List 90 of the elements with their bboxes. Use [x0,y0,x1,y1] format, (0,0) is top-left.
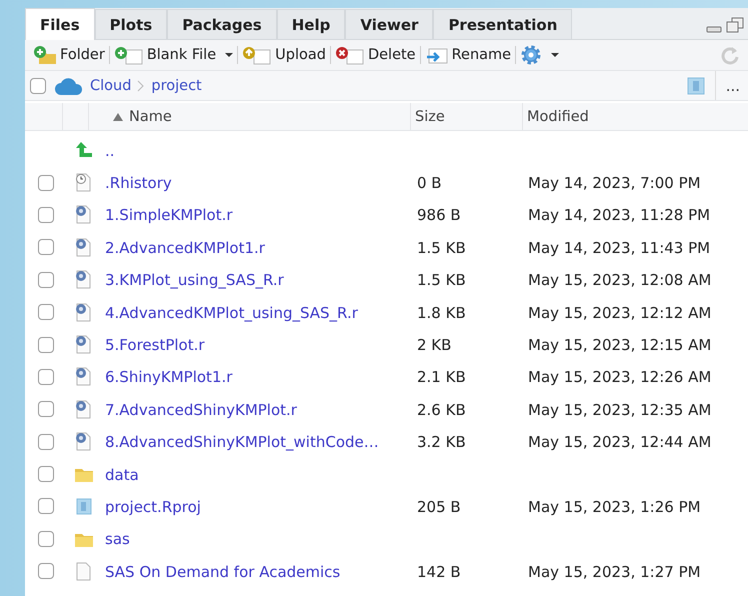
new-folder-icon [33,45,57,65]
toolbar-button[interactable]: Blank File [110,42,238,68]
chevron-icon [137,78,146,92]
column-header[interactable]: Name [89,103,411,130]
file-size: 1.8 KB [416,304,466,322]
checkbox[interactable] [38,304,54,320]
file-link[interactable]: 5.ForestPlot.r [105,336,205,354]
file-size: 2.1 KB [416,368,466,386]
file-link[interactable]: 6.ShinyKMPlot1.r [105,368,232,386]
column-header[interactable]: Size [411,103,523,130]
modified-date: May 15, 2023, 12:44 AM [527,433,712,452]
modified-date: May 15, 2023, 12:15 AM [527,336,712,354]
checkbox[interactable] [38,401,54,418]
arrow-up-icon [75,141,93,160]
file-size: 2.6 KB [416,400,466,419]
modified-date: May 15, 2023, 1:27 PM [527,562,701,581]
r-file-icon [75,335,93,354]
checkbox[interactable] [38,272,54,288]
modified-date: May 15, 2023, 12:35 AM [527,400,712,419]
modified-date: May 15, 2023, 12:26 AM [527,368,712,386]
file-size: 1.5 KB [416,271,466,290]
breadcrumb-link[interactable]: project [151,78,202,94]
file-size: 3.2 KB [416,433,466,452]
checkbox[interactable] [38,434,54,450]
cube-icon [75,496,93,516]
file-size: 2 KB [416,336,452,354]
modified-date: May 15, 2023, 12:12 AM [527,304,712,322]
checkbox[interactable] [38,563,54,580]
checkbox[interactable] [38,498,54,514]
r-file-icon [75,205,93,224]
r-file-icon [75,432,93,452]
file-size: 142 B [416,562,461,581]
blank-file-icon [75,562,93,581]
r-file-icon [75,302,93,322]
file-size: 986 B [416,206,461,224]
checkbox[interactable] [38,206,54,223]
more-button[interactable]: ... [716,72,748,100]
tab[interactable]: Help [276,9,346,39]
refresh-icon [720,45,740,65]
file-link[interactable]: 4.AdvancedKMPlot_using_SAS_R.r [105,304,358,322]
checkbox[interactable] [38,239,54,256]
tab[interactable]: Viewer [345,9,434,39]
file-link[interactable]: SAS On Demand for Academics [105,562,340,581]
breadcrumb-link[interactable]: Cloud [90,78,132,94]
toolbar-button[interactable]: Rename [420,42,516,68]
toolbar-button[interactable]: Delete [330,42,420,68]
column-header[interactable]: Modified [523,103,748,130]
file-size: 0 B [416,174,442,192]
file-link[interactable]: 2.AdvancedKMPlot1.r [105,238,265,257]
modified-date: May 14, 2023, 11:28 PM [527,206,710,224]
file-link[interactable]: sas [105,530,130,548]
file-link[interactable]: 8.AdvancedShinyKMPlot_withCode… [105,433,379,452]
file-link[interactable]: .Rhistory [105,174,172,192]
file-size: 1.5 KB [416,238,466,257]
delete-icon [334,45,365,65]
clock-file-icon [75,173,93,192]
file-link[interactable]: 3.KMPlot_using_SAS_R.r [105,271,284,290]
r-file-icon [75,238,93,257]
modified-date: May 15, 2023, 12:08 AM [527,271,712,290]
tab[interactable]: Presentation [433,9,572,39]
checkbox[interactable] [38,336,54,353]
tab[interactable]: Files [25,8,95,40]
maximize-icon [726,17,744,33]
checkbox[interactable] [38,368,54,385]
file-link[interactable]: 7.AdvancedShinyKMPlot.r [105,400,297,419]
checkbox[interactable] [38,466,54,482]
toolbar-button[interactable]: Folder [29,42,109,68]
r-file-icon [75,400,93,419]
checkbox[interactable] [38,174,54,191]
checkbox[interactable] [38,530,54,547]
sort-ascending-icon [113,112,123,120]
cloud-icon [54,76,84,96]
file-size: 205 B [416,498,461,516]
gear-icon [520,44,542,66]
modified-date: May 15, 2023, 1:26 PM [527,498,701,516]
file-link[interactable]: .. [105,142,115,160]
r-file-icon [75,367,93,386]
r-file-icon [75,270,93,290]
checkbox[interactable] [30,78,46,94]
new-file-icon [114,45,144,65]
file-link[interactable]: project.Rproj [105,498,201,516]
tab[interactable]: Packages [167,9,277,39]
upload-icon [242,45,272,65]
toolbar-button[interactable]: Upload [238,42,330,68]
modified-date: May 14, 2023, 11:43 PM [527,238,710,257]
file-link[interactable]: 1.SimpleKMPlot.r [105,206,233,224]
tab[interactable]: Plots [94,9,168,39]
modified-date: May 14, 2023, 7:00 PM [527,174,701,192]
cube-icon [684,74,707,96]
file-link[interactable]: data [105,466,139,484]
